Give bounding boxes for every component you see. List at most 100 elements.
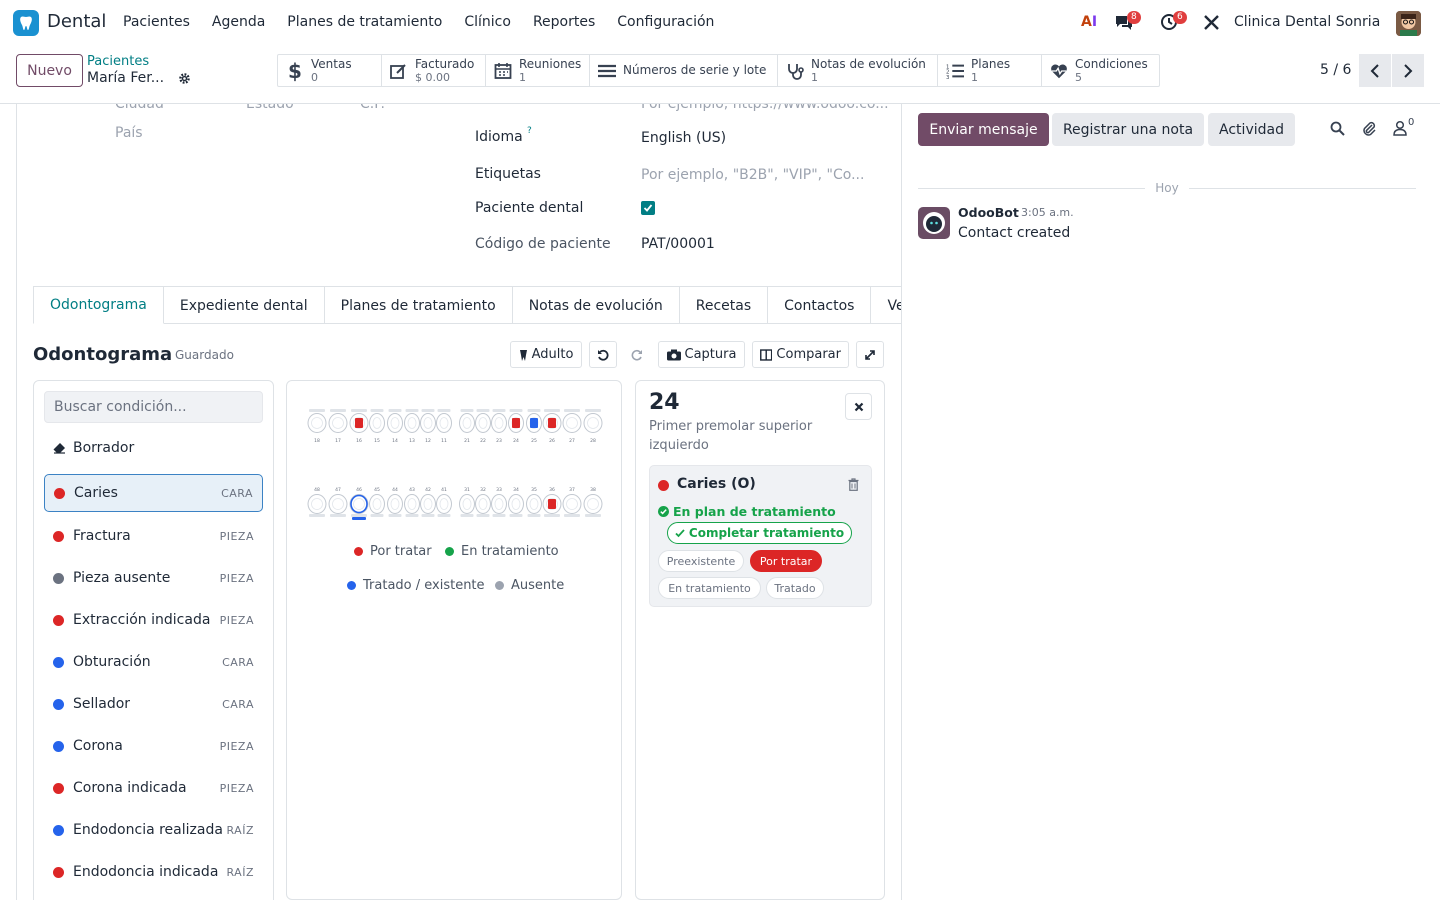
tooth-48[interactable]: 48 [307,487,327,517]
capture-button[interactable]: Captura [658,341,745,368]
tooth-13[interactable]: 13 [404,409,420,444]
tooth-35[interactable]: 35 [526,487,542,517]
tooth-45[interactable]: 45 [369,487,385,517]
tooth-15[interactable]: 15 [369,409,385,444]
send-message-button[interactable]: Enviar mensaje [918,113,1049,146]
state-en-tratamiento[interactable]: En tratamiento [658,577,761,599]
new-button[interactable]: Nuevo [16,54,83,87]
tooth-27[interactable]: 27 [562,409,582,444]
follower-icon[interactable] [1393,120,1407,140]
stat-ventas[interactable]: $ Ventas 0 [278,55,382,86]
tooth-43[interactable]: 43 [404,487,420,517]
tags-input[interactable]: Por ejemplo, "B2B", "VIP", "Co... [641,167,864,183]
log-note-button[interactable]: Registrar una nota [1052,113,1204,146]
gear-icon[interactable] [178,72,191,89]
tab-more[interactable]: Ve [871,286,901,324]
menu-reportes[interactable]: Reportes [533,14,595,30]
tooth-28[interactable]: 28 [583,409,603,444]
menu-clinico[interactable]: Clínico [464,14,511,30]
tooth-37[interactable]: 37 [562,487,582,517]
tooth-21[interactable]: 21 [459,409,475,444]
search-icon[interactable] [1330,121,1345,140]
ai-icon[interactable]: AI [1081,14,1097,30]
trash-icon[interactable] [848,478,859,495]
condition-sellador[interactable]: Sellador CARA [44,685,263,723]
condition-caries[interactable]: Caries CARA [44,474,263,512]
menu-pacientes[interactable]: Pacientes [123,14,190,30]
tooth-23[interactable]: 23 [491,409,507,444]
condition-extraccion-indicada[interactable]: Extracción indicada PIEZA [44,601,263,639]
tooth-17[interactable]: 17 [328,409,348,444]
pager-next-button[interactable] [1392,54,1424,87]
tooth-46[interactable]: 46 [349,487,369,520]
paperclip-icon[interactable] [1361,120,1377,140]
condition-fractura[interactable]: Fractura PIEZA [44,517,263,555]
tab-planes[interactable]: Planes de tratamiento [324,286,513,324]
help-tooltip-icon[interactable]: ? [527,126,532,136]
tooth-47[interactable]: 47 [328,487,348,517]
complete-treatment-button[interactable]: Completar tratamiento [667,522,852,544]
tooth-14[interactable]: 14 [387,409,403,444]
app-name[interactable]: Dental [47,11,106,32]
close-detail-button[interactable] [845,393,872,420]
tooth-31[interactable]: 31 [459,487,475,517]
activity-button[interactable]: Actividad [1208,113,1295,146]
pager-value[interactable]: 5 / 6 [1320,62,1351,78]
undo-button[interactable] [589,341,617,368]
tooth-33[interactable]: 33 [491,487,507,517]
country-placeholder[interactable]: País [115,125,143,141]
stat-planes[interactable]: 123 Planes 1 [938,55,1042,86]
condition-pieza-ausente[interactable]: Pieza ausente PIEZA [44,559,263,597]
dental-patient-checkbox[interactable] [641,201,655,215]
stat-condiciones[interactable]: Condiciones 5 [1042,55,1159,86]
user-avatar[interactable] [1396,11,1421,36]
tab-odontograma[interactable]: Odontograma [33,286,164,324]
tooth-26[interactable]: 26 [542,409,562,444]
city-placeholder[interactable]: Ciudad [115,104,164,112]
state-preexistente[interactable]: Preexistente [658,550,744,572]
zip-placeholder[interactable]: C.P. [360,104,385,112]
dental-app-logo[interactable] [13,10,39,36]
menu-agenda[interactable]: Agenda [212,14,265,30]
language-field[interactable]: English (US) [641,130,726,146]
website-placeholder[interactable]: Por ejemplo, https://www.odoo.co... [641,104,889,112]
tooth-38[interactable]: 38 [583,487,603,517]
state-tratado[interactable]: Tratado [766,577,824,599]
redo-button[interactable] [623,341,651,368]
tooth-18[interactable]: 18 [307,409,327,444]
state-placeholder[interactable]: Estado [246,104,294,112]
compare-button[interactable]: Comparar [752,341,849,368]
tooth-25[interactable]: 25 [526,409,542,444]
tooth-16[interactable]: 16 [349,409,369,444]
adult-toggle-button[interactable]: Adulto [510,341,582,368]
condition-corona[interactable]: Corona PIEZA [44,727,263,765]
tooth-41[interactable]: 41 [436,487,452,517]
tooth-24[interactable]: 24 [508,409,524,444]
menu-configuracion[interactable]: Configuración [617,14,714,30]
fullscreen-button[interactable] [856,341,884,368]
condition-endodoncia-realizada[interactable]: Endodoncia realizada RAÍZ [44,811,263,849]
breadcrumb-parent[interactable]: Pacientes [87,54,149,69]
tooth-22[interactable]: 22 [475,409,491,444]
company-switcher[interactable]: Clinica Dental Sonria [1234,14,1380,30]
message-author[interactable]: OdooBot [958,205,1019,220]
tooth-36[interactable]: 36 [542,487,562,517]
eraser-tool[interactable]: Borrador [44,429,263,467]
tab-notas[interactable]: Notas de evolución [512,286,680,324]
menu-planes[interactable]: Planes de tratamiento [287,14,442,30]
tooth-42[interactable]: 42 [420,487,436,517]
condition-corona-indicada[interactable]: Corona indicada PIEZA [44,769,263,807]
tooth-44[interactable]: 44 [387,487,403,517]
state-por-tratar[interactable]: Por tratar [750,550,822,572]
tab-expediente[interactable]: Expediente dental [163,286,325,324]
tab-recetas[interactable]: Recetas [679,286,769,324]
tab-contactos[interactable]: Contactos [768,286,872,324]
stat-reuniones[interactable]: Reuniones 1 [486,55,590,86]
stat-facturado[interactable]: Facturado $ 0.00 [382,55,486,86]
pager-previous-button[interactable] [1359,54,1391,87]
stat-notas-evolucion[interactable]: Notas de evolución 1 [778,55,938,86]
condition-endodoncia-indicada[interactable]: Endodoncia indicada RAÍZ [44,853,263,891]
tooth-11[interactable]: 11 [436,409,452,444]
condition-search-input[interactable]: Buscar condición... [44,391,263,423]
stat-series-lotes[interactable]: Números de serie y lote [590,55,778,86]
